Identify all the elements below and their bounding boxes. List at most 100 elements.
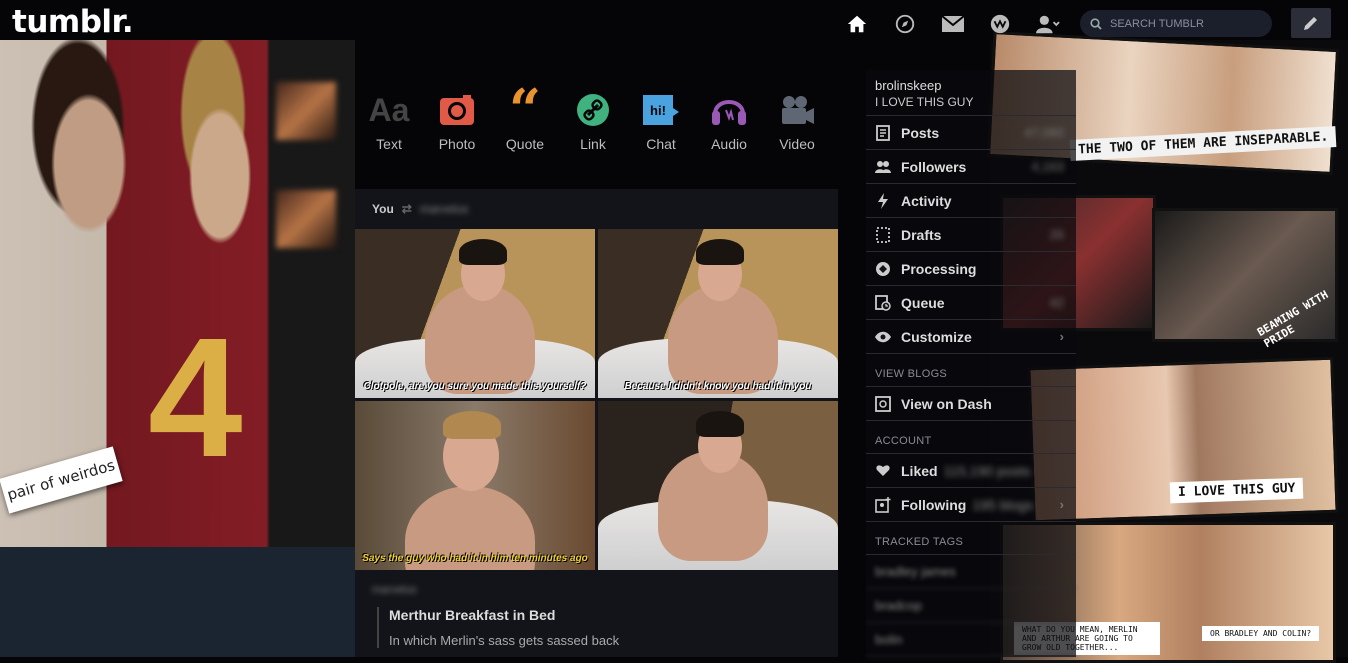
sidebar-item-label: Queue bbox=[901, 294, 945, 311]
video-icon bbox=[779, 90, 815, 130]
tracked-tag[interactable]: bradley james bbox=[866, 555, 1076, 589]
background-thumb-2 bbox=[276, 190, 336, 248]
inbox-icon[interactable] bbox=[941, 12, 965, 36]
source-blog[interactable]: marvelus bbox=[372, 584, 417, 596]
sidebar-item-label: Posts bbox=[901, 124, 940, 141]
photoset-image[interactable]: Says the guy who had it in him ten minut… bbox=[355, 401, 595, 570]
background-jeans bbox=[0, 547, 355, 657]
sidebar-blog-header[interactable]: brolinskeep I LOVE THIS GUY bbox=[866, 70, 1076, 116]
tumblr-logo[interactable]: tumblr. bbox=[12, 4, 134, 40]
post-type-audio-button[interactable]: Audio bbox=[695, 90, 763, 162]
chevron-right-icon: › bbox=[1059, 497, 1064, 512]
collage-caption: OR BRADLEY AND COLIN? bbox=[1202, 626, 1320, 641]
activity-bolt-icon bbox=[875, 192, 891, 209]
post-type-link-button[interactable]: Link bbox=[559, 90, 627, 162]
blog-title: I LOVE THIS GUY bbox=[875, 95, 974, 109]
post-title: Merthur Breakfast in Bed bbox=[389, 607, 556, 623]
sidebar-item-queue[interactable]: Queue 42 bbox=[866, 286, 1076, 320]
link-icon bbox=[576, 90, 610, 130]
following-count: 195 blogs bbox=[972, 496, 1034, 513]
view-blogs-header: VIEW BLOGS bbox=[866, 354, 1076, 387]
sidebar-item-label: Liked bbox=[901, 462, 938, 479]
tracked-tags-header: TRACKED TAGS bbox=[866, 522, 1076, 555]
sidebar-item-view-on-dash[interactable]: View on Dash bbox=[866, 387, 1076, 421]
post-type-text-button[interactable]: Aa Text bbox=[355, 90, 423, 162]
home-icon[interactable] bbox=[845, 12, 869, 36]
camera-icon bbox=[439, 90, 475, 130]
top-navigation-bar: tumblr. bbox=[0, 0, 1348, 48]
blog-name: brolinskeep bbox=[875, 78, 942, 93]
gif-subtitle: Clotpole, are you sure you made this you… bbox=[363, 381, 587, 392]
sidebar-item-activity[interactable]: Activity bbox=[866, 184, 1076, 218]
photoset-image[interactable]: Because I didn't know you had it in you bbox=[598, 229, 838, 398]
sidebar-item-posts[interactable]: Posts 47,080 bbox=[866, 116, 1076, 150]
gif-subtitle: Because I didn't know you had it in you bbox=[624, 381, 812, 392]
background-thumb-1 bbox=[276, 82, 336, 140]
post-type-video-button[interactable]: Video bbox=[763, 90, 831, 162]
sidebar-item-label: Following bbox=[901, 496, 967, 513]
tracked-tag[interactable]: bolin bbox=[866, 623, 1076, 657]
queue-count: 42 bbox=[1049, 295, 1064, 310]
followers-count: 4,163 bbox=[1031, 159, 1064, 174]
explore-icon[interactable] bbox=[893, 12, 917, 36]
dashboard-icon bbox=[875, 395, 891, 412]
post-type-chat-button[interactable]: hi! Chat bbox=[627, 90, 695, 162]
background-jersey-number: 4 bbox=[148, 303, 243, 493]
chevron-right-icon: › bbox=[1059, 329, 1064, 344]
sidebar-item-processing[interactable]: Processing bbox=[866, 252, 1076, 286]
post-author[interactable]: You bbox=[372, 202, 394, 216]
sidebar-item-followers[interactable]: Followers 4,163 bbox=[866, 150, 1076, 184]
headphones-icon bbox=[711, 90, 747, 130]
compose-icon bbox=[1304, 17, 1317, 30]
sidebar-item-label: Processing bbox=[901, 260, 977, 277]
post-type-label: Video bbox=[779, 136, 815, 152]
quote-icon: “ bbox=[508, 77, 542, 143]
photoset-image[interactable]: Clotpole, are you sure you made this you… bbox=[355, 229, 595, 398]
sidebar-item-label: Activity bbox=[901, 192, 952, 209]
reblog-icon: ⇄ bbox=[401, 201, 412, 216]
tracked-tag[interactable]: bradcop bbox=[866, 589, 1076, 623]
post-header: You ⇄ marvelus bbox=[355, 189, 838, 228]
processing-icon bbox=[875, 261, 891, 277]
post-type-quote-button[interactable]: “ Quote bbox=[491, 77, 559, 162]
followers-icon bbox=[875, 159, 891, 175]
svg-text:hi!: hi! bbox=[650, 103, 666, 118]
liked-count: 115,190 posts bbox=[943, 462, 1031, 479]
photoset-image[interactable] bbox=[598, 401, 838, 570]
heart-icon bbox=[875, 463, 891, 479]
activity-icon[interactable] bbox=[988, 12, 1012, 36]
gif-subtitle: Says the guy who had it in him ten minut… bbox=[362, 553, 588, 564]
post-type-bar: Aa Text Photo “ Quote Link hi! Chat Audi… bbox=[355, 77, 838, 162]
search-bar[interactable] bbox=[1080, 10, 1272, 37]
dashboard-post: You ⇄ marvelus Clotpole, are you sure yo… bbox=[355, 189, 838, 657]
chat-icon: hi! bbox=[642, 90, 680, 130]
following-icon bbox=[875, 496, 891, 513]
post-type-label: Link bbox=[580, 136, 606, 152]
sidebar-item-customize[interactable]: Customize › bbox=[866, 320, 1076, 354]
search-input[interactable] bbox=[1108, 16, 1262, 31]
post-type-photo-button[interactable]: Photo bbox=[423, 90, 491, 162]
sidebar-item-label: Customize bbox=[901, 328, 972, 345]
sidebar-item-liked[interactable]: Liked 115,190 posts bbox=[866, 454, 1076, 488]
blog-background-left: 4 bbox=[0, 40, 355, 657]
queue-icon bbox=[875, 294, 891, 311]
compose-button[interactable] bbox=[1291, 8, 1331, 38]
posts-count: 47,080 bbox=[1024, 125, 1064, 140]
sidebar-item-drafts[interactable]: Drafts 26 bbox=[866, 218, 1076, 252]
reblogged-from[interactable]: marvelus bbox=[420, 202, 469, 216]
sidebar-item-following[interactable]: Following 195 blogs › bbox=[866, 488, 1076, 522]
search-icon bbox=[1090, 17, 1102, 30]
post-type-label: Quote bbox=[505, 136, 545, 152]
account-sidebar: brolinskeep I LOVE THIS GUY Posts 47,080… bbox=[866, 70, 1076, 657]
sidebar-item-label: Followers bbox=[901, 158, 967, 175]
account-icon[interactable] bbox=[1036, 12, 1060, 36]
post-type-label: Text bbox=[376, 136, 402, 152]
sidebar-item-label: Drafts bbox=[901, 226, 942, 243]
post-type-label: Photo bbox=[438, 136, 476, 152]
customize-eye-icon bbox=[875, 329, 891, 345]
sidebar-item-label: View on Dash bbox=[901, 395, 992, 412]
drafts-count: 26 bbox=[1049, 227, 1064, 242]
photoset: Clotpole, are you sure you made this you… bbox=[355, 229, 838, 571]
post-type-label: Audio bbox=[711, 136, 747, 152]
post-type-label: Chat bbox=[646, 136, 676, 152]
